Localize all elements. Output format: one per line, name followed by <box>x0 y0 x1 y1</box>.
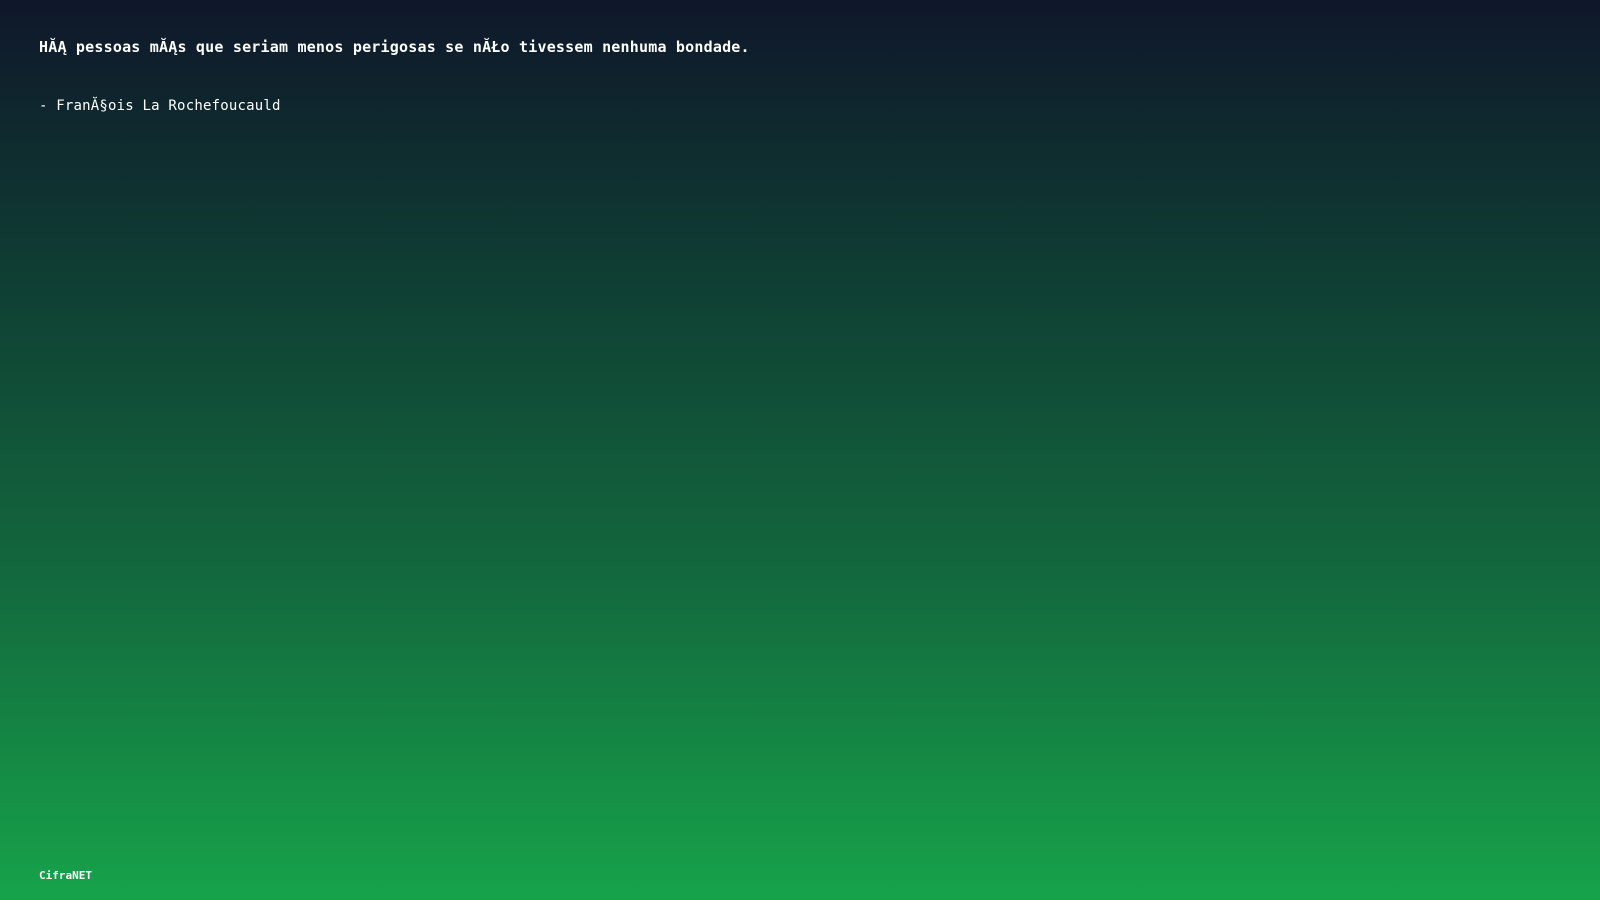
quote-author: - FranĂ§ois La Rochefoucauld <box>39 98 281 114</box>
quote-text: HĂĄ pessoas mĂĄs que seriam menos perigo… <box>39 38 750 56</box>
quote-screen: HĂĄ pessoas mĂĄs que seriam menos perigo… <box>0 0 1600 900</box>
brand-label: CifraNET <box>39 869 92 882</box>
